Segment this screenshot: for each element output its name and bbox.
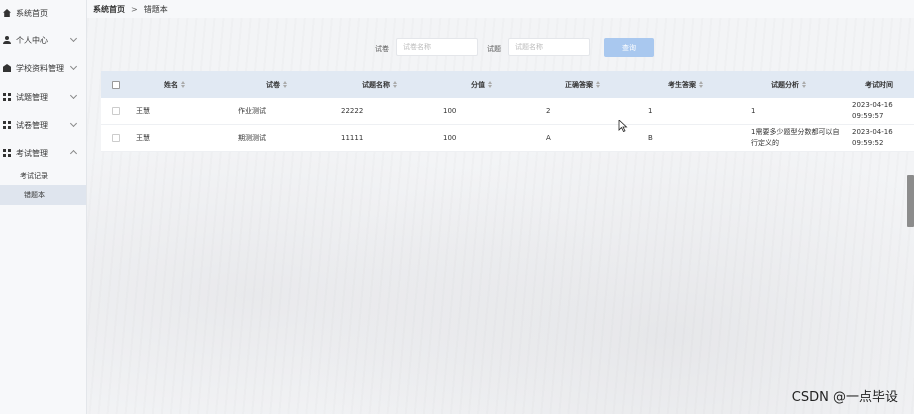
cell-question: 11111 (341, 134, 364, 142)
cell-exam-time: 2023-04-16 09:59:52 (852, 128, 893, 147)
header-score[interactable]: 分值 (471, 71, 492, 98)
breadcrumb-current: 错题本 (143, 4, 168, 14)
chevron-up-icon (69, 149, 78, 158)
header-correct-answer[interactable]: 正确答案 (565, 71, 600, 98)
paper-search-label: 试卷 (375, 45, 389, 53)
cell-correct-answer: A (546, 134, 551, 142)
user-icon (3, 36, 11, 44)
cell-score: 100 (443, 134, 457, 142)
grid-icon (3, 93, 11, 101)
table-row[interactable]: 王慧 作业测试 22222 100 2 1 1 2023-04-16 09:59… (101, 98, 914, 125)
main-content: 试卷 试题 查询 姓名 试卷 试题名称 分值 正确答案 考生答案 试题分析 考试… (87, 18, 914, 414)
cell-correct-answer: 2 (546, 107, 551, 115)
paper-search-input[interactable] (396, 38, 478, 56)
cell-name: 王慧 (136, 107, 150, 115)
chevron-down-icon (69, 119, 78, 128)
cell-examinee-answer: 1 (648, 107, 653, 115)
sort-icon (596, 81, 600, 88)
cell-question: 22222 (341, 107, 364, 115)
cell-analysis: 1需要多少题型分数都可以自行定义的 (751, 128, 840, 147)
sidebar-item-label: 系统首页 (16, 8, 48, 18)
breadcrumb: 系统首页 > 错题本 (87, 0, 914, 18)
header-question-name[interactable]: 试题名称 (362, 71, 397, 98)
sidebar: 系统首页 个人中心 学校资料管理 试题管理 试卷管理 考试管理 考试记录 错题本 (0, 0, 87, 414)
sidebar-subitem-wrong-book[interactable]: 错题本 (0, 185, 86, 205)
sort-icon (699, 81, 703, 88)
sidebar-item-label: 学校资料管理 (16, 63, 64, 73)
sidebar-item-exam-mgmt[interactable]: 考试管理 (0, 142, 86, 164)
header-exam-time[interactable]: 考试时间 (865, 71, 893, 98)
select-all-checkbox[interactable] (112, 71, 120, 98)
wrong-questions-table: 姓名 试卷 试题名称 分值 正确答案 考生答案 试题分析 考试时间 王慧 作业测… (101, 71, 914, 152)
sidebar-item-home[interactable]: 系统首页 (0, 2, 86, 24)
table-header: 姓名 试卷 试题名称 分值 正确答案 考生答案 试题分析 考试时间 (101, 71, 914, 98)
header-name[interactable]: 姓名 (164, 71, 185, 98)
sidebar-subitem-exam-records[interactable]: 考试记录 (0, 166, 86, 186)
query-button[interactable]: 查询 (604, 38, 654, 57)
sort-icon (283, 81, 287, 88)
cell-examinee-answer: B (648, 134, 653, 142)
home-icon (3, 9, 11, 17)
sort-icon (393, 81, 397, 88)
sidebar-subitem-label: 考试记录 (20, 172, 48, 180)
chevron-down-icon (69, 34, 78, 43)
breadcrumb-separator: > (131, 4, 138, 14)
question-search-input[interactable] (508, 38, 590, 56)
sidebar-subitem-label: 错题本 (24, 191, 45, 199)
header-examinee-answer[interactable]: 考生答案 (668, 71, 703, 98)
cell-analysis: 1 (751, 107, 756, 115)
cell-paper: 期测测试 (238, 134, 266, 142)
cell-score: 100 (443, 107, 457, 115)
sort-icon (488, 81, 492, 88)
question-search-label: 试题 (487, 45, 501, 53)
sidebar-item-personal-center[interactable]: 个人中心 (0, 29, 86, 51)
sidebar-item-school-info[interactable]: 学校资料管理 (0, 57, 86, 79)
sidebar-item-paper-mgmt[interactable]: 试卷管理 (0, 114, 86, 136)
sidebar-item-question-mgmt[interactable]: 试题管理 (0, 86, 86, 108)
sidebar-item-label: 试题管理 (16, 92, 48, 102)
row-checkbox[interactable] (112, 98, 120, 124)
watermark: CSDN @一点毕设 (791, 390, 898, 405)
header-paper[interactable]: 试卷 (266, 71, 287, 98)
cell-exam-time: 2023-04-16 09:59:57 (852, 101, 893, 120)
table-row[interactable]: 王慧 期测测试 11111 100 A B 1需要多少题型分数都可以自行定义的 … (101, 125, 914, 152)
grid-icon (3, 149, 11, 157)
chevron-down-icon (69, 62, 78, 71)
scrollbar[interactable] (907, 175, 914, 227)
sidebar-item-label: 个人中心 (16, 35, 48, 45)
row-checkbox[interactable] (112, 125, 120, 151)
sidebar-item-label: 考试管理 (16, 148, 48, 158)
mouse-cursor-icon (618, 120, 628, 132)
school-icon (3, 64, 11, 72)
sidebar-item-label: 试卷管理 (16, 120, 48, 130)
cell-name: 王慧 (136, 134, 150, 142)
sort-icon (181, 81, 185, 88)
cell-paper: 作业测试 (238, 107, 266, 115)
sort-icon (802, 81, 806, 88)
grid-icon (3, 121, 11, 129)
breadcrumb-home[interactable]: 系统首页 (93, 4, 125, 15)
chevron-down-icon (69, 91, 78, 100)
header-analysis[interactable]: 试题分析 (771, 71, 806, 98)
